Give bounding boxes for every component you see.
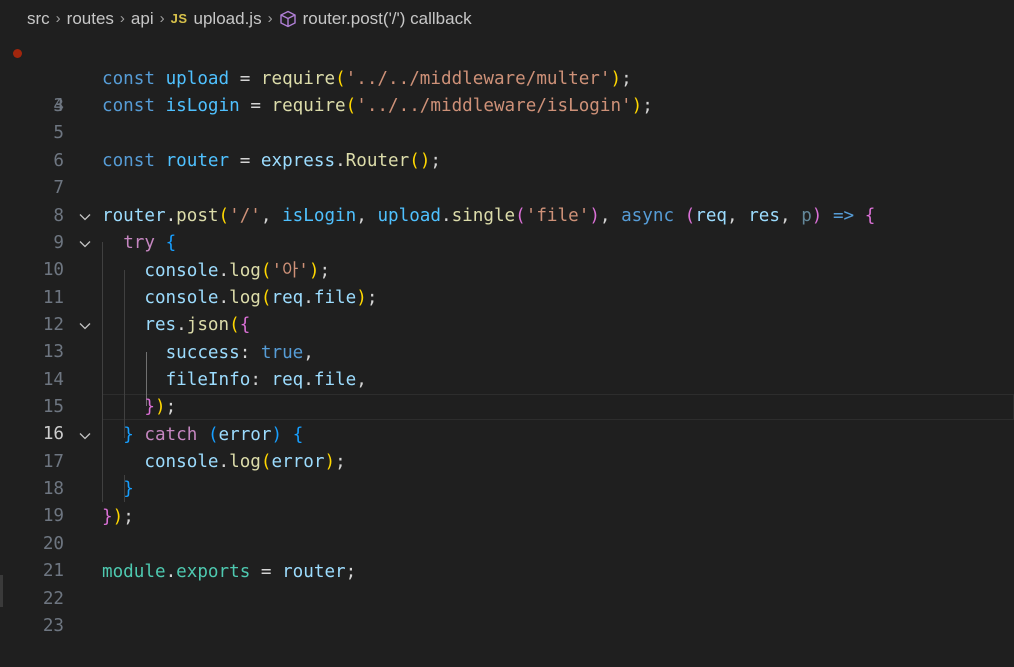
code-line[interactable]: 22 module.exports = router;: [0, 559, 1014, 609]
code-text: router.post('/', isLogin, upload.single(…: [102, 206, 876, 226]
breadcrumb-item-routes[interactable]: routes: [67, 9, 114, 29]
cube-icon: [279, 10, 296, 27]
code-line[interactable]: 13 res.json({: [0, 312, 1014, 362]
code-line[interactable]: 12 console.log(req.file);: [0, 285, 1014, 335]
code-text: });: [102, 507, 134, 527]
breadcrumb-item-api[interactable]: api: [131, 9, 154, 29]
code-line[interactable]: 19 }: [0, 476, 1014, 526]
chevron-right-icon: ›: [55, 10, 61, 27]
breadcrumb-item-src[interactable]: src: [27, 9, 50, 29]
code-text: const upload = require('../../middleware…: [102, 69, 632, 89]
line-number: 23: [42, 616, 64, 636]
code-line[interactable]: 23: [0, 586, 1014, 636]
code-text: console.log(req.file);: [144, 288, 378, 308]
code-text: const router = express.Router();: [102, 151, 441, 171]
code-line[interactable]: 9 router.post('/', isLogin, upload.singl…: [0, 203, 1014, 253]
code-text: const isLogin = require('../../middlewar…: [102, 96, 653, 116]
code-line[interactable]: 18 console.log(error);: [0, 449, 1014, 499]
code-line[interactable]: 7 const router = express.Router();: [0, 148, 1014, 198]
code-line[interactable]: 20 });: [0, 504, 1014, 554]
code-line[interactable]: 6: [0, 121, 1014, 171]
chevron-right-icon: ›: [119, 10, 125, 27]
code-text: res.json({: [144, 315, 251, 335]
code-editor[interactable]: 3 4 const upload = require('../../middle…: [0, 37, 1014, 653]
code-line[interactable]: 10 try {: [0, 230, 1014, 280]
code-text: } catch (error) {: [123, 425, 304, 445]
fold-chevron-icon[interactable]: [78, 237, 92, 251]
chevron-right-icon: ›: [159, 10, 165, 27]
code-line[interactable]: 3: [0, 39, 1014, 116]
code-text: console.log('아');: [144, 261, 331, 281]
code-text: module.exports = router;: [102, 562, 357, 582]
code-text: fileInfo: req.file,: [165, 370, 367, 390]
code-text: });: [144, 397, 177, 417]
code-line[interactable]: 4 const upload = require('../../middlewa…: [0, 66, 1014, 116]
breadcrumb-item-symbol[interactable]: router.post('/') callback: [303, 9, 472, 29]
code-text: try {: [123, 233, 177, 253]
code-line[interactable]: 5 const isLogin = require('../../middlew…: [0, 93, 1014, 143]
code-line[interactable]: 17 } catch (error) {: [0, 422, 1014, 472]
code-line-active[interactable]: 16 });: [0, 394, 1014, 444]
breakpoint-dot[interactable]: [13, 49, 22, 58]
fold-chevron-icon[interactable]: [78, 429, 92, 443]
code-line[interactable]: 11 console.log('아');: [0, 258, 1014, 308]
code-text: }: [123, 479, 134, 499]
chevron-right-icon: ›: [267, 10, 273, 27]
code-line[interactable]: 14 success: true,: [0, 340, 1014, 390]
js-file-icon: JS: [170, 11, 188, 26]
code-line[interactable]: 21: [0, 531, 1014, 581]
code-text: success: true,: [165, 343, 314, 363]
breadcrumb-item-file[interactable]: upload.js: [194, 9, 262, 29]
code-line[interactable]: 15 fileInfo: req.file,: [0, 367, 1014, 417]
fold-chevron-icon[interactable]: [78, 319, 92, 333]
breadcrumb: src › routes › api › JS upload.js › rout…: [0, 0, 1014, 37]
code-line[interactable]: 8: [0, 176, 1014, 226]
code-text: console.log(error);: [144, 452, 346, 472]
fold-chevron-icon[interactable]: [78, 210, 92, 224]
